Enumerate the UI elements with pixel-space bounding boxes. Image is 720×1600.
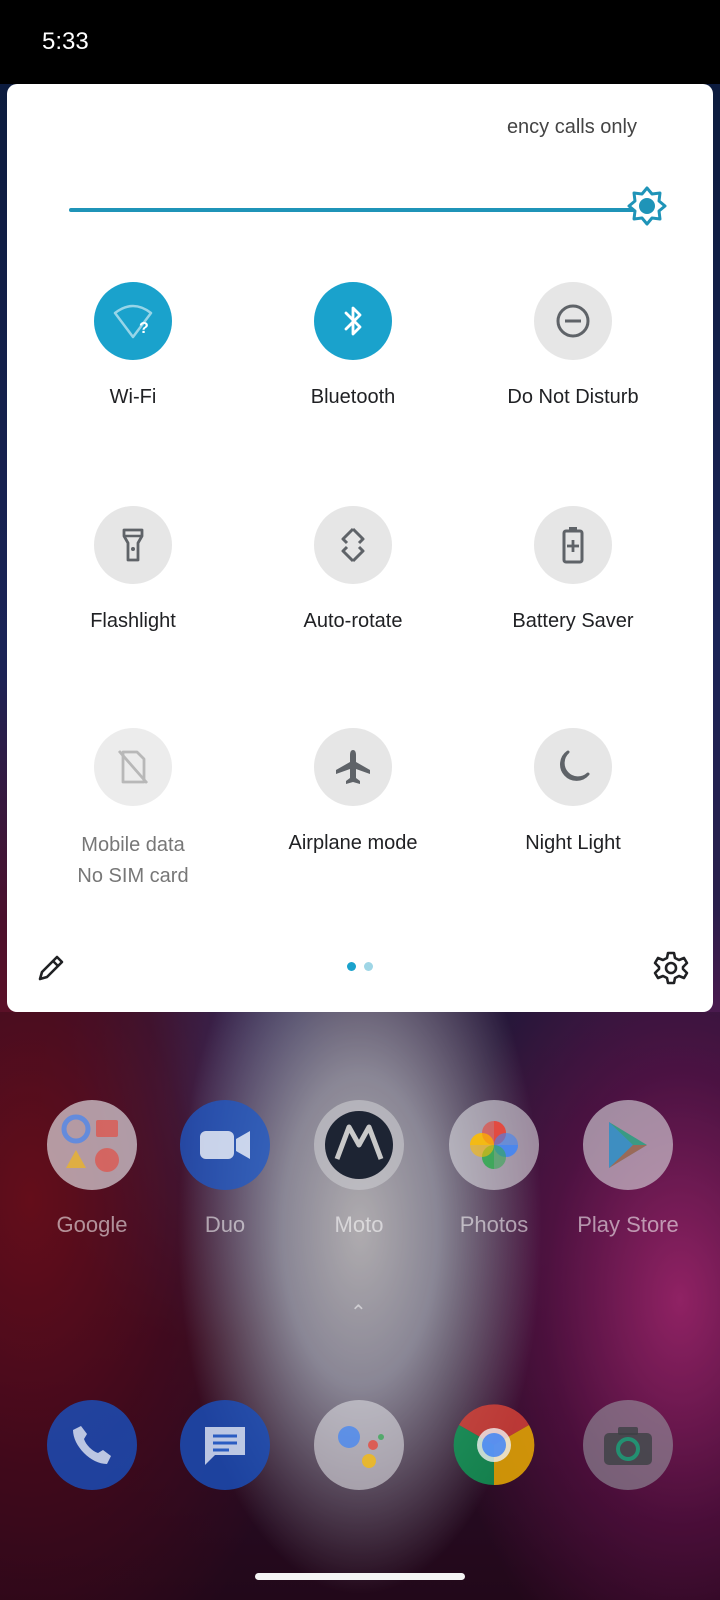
tile-label: Mobile data (81, 834, 185, 856)
chrome-icon (449, 1400, 539, 1490)
tile-sublabel: No SIM card (77, 865, 189, 887)
auto-rotate-icon (314, 506, 392, 584)
page-dot-active (347, 962, 356, 971)
brightness-slider[interactable] (69, 208, 657, 212)
app-photos[interactable]: Photos (439, 1100, 549, 1238)
play-store-icon (583, 1100, 673, 1190)
app-drawer-chevron-icon[interactable]: ⌃ (350, 1300, 367, 1325)
camera-icon (583, 1400, 673, 1490)
app-moto[interactable]: Moto (304, 1100, 414, 1238)
tile-battery-saver[interactable]: Battery Saver (473, 506, 673, 633)
tile-auto-rotate[interactable]: Auto-rotate (253, 506, 453, 633)
tile-label: Flashlight (90, 610, 176, 632)
bluetooth-icon (314, 282, 392, 360)
airplane-icon (314, 728, 392, 806)
page-indicator (347, 962, 373, 971)
app-label: Play Store (577, 1212, 679, 1237)
app-duo[interactable]: Duo (170, 1100, 280, 1238)
tile-label: Do Not Disturb (507, 386, 639, 408)
dock-messages[interactable] (170, 1400, 280, 1490)
phone-icon (47, 1400, 137, 1490)
page-dot[interactable] (364, 962, 373, 971)
dock-assistant[interactable] (304, 1400, 414, 1490)
dock-chrome[interactable] (439, 1400, 549, 1490)
settings-gear-icon[interactable] (653, 950, 689, 986)
messages-icon (180, 1400, 270, 1490)
tile-airplane-mode[interactable]: Airplane mode (253, 728, 453, 855)
dock-camera[interactable] (573, 1400, 683, 1490)
tile-bluetooth[interactable]: Bluetooth (253, 282, 453, 409)
do-not-disturb-icon (534, 282, 612, 360)
photos-icon (449, 1100, 539, 1190)
wifi-question-icon: ? (94, 282, 172, 360)
app-label: Google (56, 1212, 128, 1237)
app-label: Photos (459, 1212, 529, 1237)
tile-label: Night Light (525, 832, 621, 854)
tile-mobile-data[interactable]: Mobile data No SIM card (33, 728, 233, 888)
battery-saver-icon (534, 506, 612, 584)
carrier-text: ency calls only (506, 116, 637, 138)
tile-label: Airplane mode (288, 832, 418, 854)
app-google[interactable]: Google (37, 1100, 147, 1238)
tile-label: Battery Saver (512, 610, 634, 632)
app-play-store[interactable]: Play Store (573, 1100, 683, 1238)
quick-settings-panel: ency calls only ? Wi-Fi Bluetooth Do Not… (7, 84, 713, 1012)
tile-label: Auto-rotate (303, 610, 403, 632)
tile-label: Wi-Fi (109, 386, 157, 408)
assistant-icon (314, 1400, 404, 1490)
flashlight-icon (94, 506, 172, 584)
gesture-nav-bar[interactable] (255, 1573, 465, 1580)
svg-text:?: ? (139, 320, 149, 337)
tile-do-not-disturb[interactable]: Do Not Disturb (473, 282, 673, 409)
tile-label: Bluetooth (310, 386, 396, 408)
tile-night-light[interactable]: Night Light (473, 728, 673, 855)
no-sim-icon (94, 728, 172, 806)
app-label: Duo (204, 1212, 246, 1237)
app-label: Moto (334, 1212, 384, 1237)
tile-flashlight[interactable]: Flashlight (33, 506, 233, 633)
duo-icon (180, 1100, 270, 1190)
moto-icon (314, 1100, 404, 1190)
brightness-icon[interactable] (627, 186, 667, 226)
status-clock: 5:33 (42, 28, 89, 55)
google-folder-icon (47, 1100, 137, 1190)
edit-icon[interactable] (35, 952, 67, 984)
status-bar: 5:33 (0, 0, 720, 84)
tile-wifi[interactable]: ? Wi-Fi (33, 282, 233, 409)
night-light-icon (534, 728, 612, 806)
dock-phone[interactable] (37, 1400, 147, 1490)
